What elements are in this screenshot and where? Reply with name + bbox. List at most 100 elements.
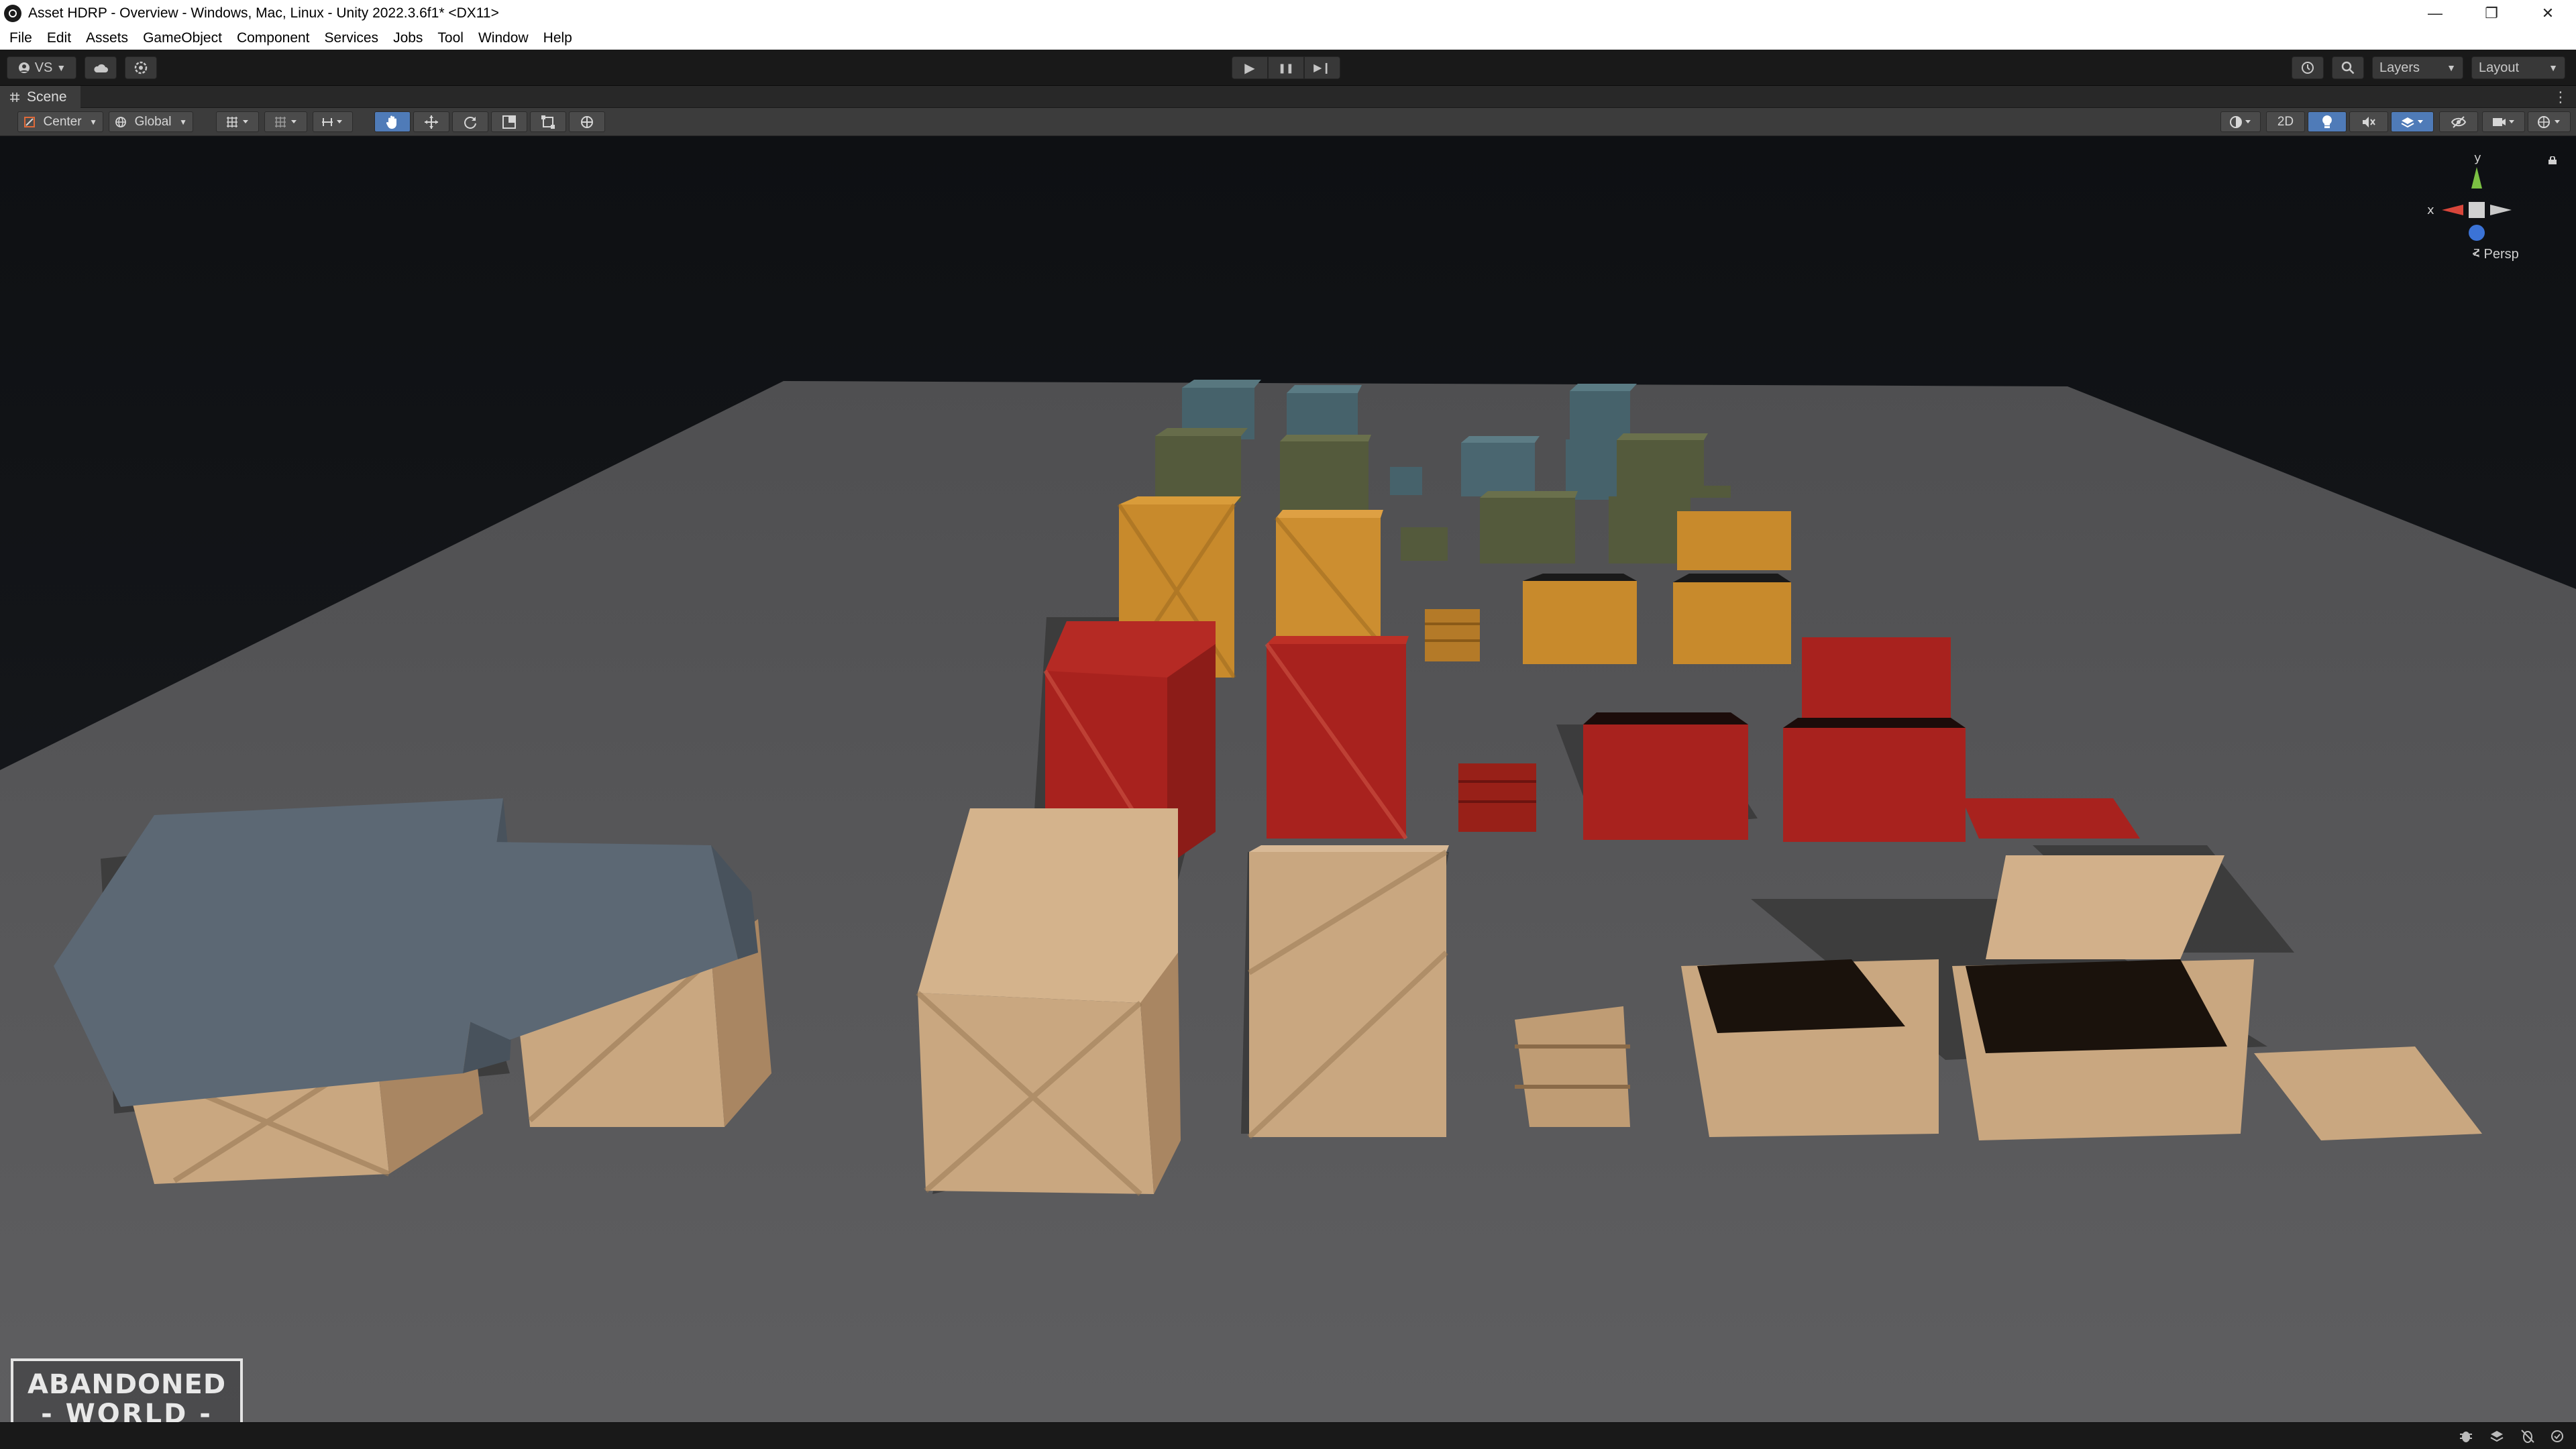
- gear-icon: [134, 61, 148, 74]
- progress-check-icon[interactable]: [2549, 1428, 2565, 1444]
- restore-button[interactable]: ❐: [2463, 0, 2520, 27]
- undo-history-button[interactable]: [2292, 56, 2324, 79]
- unity-app-icon: [4, 5, 21, 22]
- lightbulb-icon: [2322, 115, 2332, 128]
- pause-button[interactable]: ❚❚: [1268, 56, 1304, 79]
- layers-stack-icon[interactable]: [2489, 1428, 2505, 1444]
- play-button[interactable]: ▶: [1232, 56, 1268, 79]
- hidden-objects-toggle[interactable]: [2439, 111, 2478, 132]
- shading-sphere-icon: [2230, 115, 2251, 128]
- menu-window[interactable]: Window: [472, 30, 537, 46]
- window-title-bar: Asset HDRP - Overview - Windows, Mac, Li…: [0, 0, 2576, 27]
- layout-dropdown[interactable]: Layout ▼: [2471, 56, 2565, 79]
- tab-scene-label: Scene: [27, 89, 67, 105]
- menu-edit[interactable]: Edit: [40, 30, 79, 46]
- menu-assets[interactable]: Assets: [79, 30, 136, 46]
- account-label: VS: [34, 60, 53, 75]
- globe-icon: [115, 116, 126, 127]
- step-button[interactable]: ▶❙: [1304, 56, 1340, 79]
- mode-2d-toggle[interactable]: 2D: [2266, 111, 2305, 132]
- main-toolbar: VS ▼ ▶ ❚❚ ▶❙ Layers ▼ Layout ▼: [0, 50, 2576, 86]
- transform-tool-button[interactable]: [569, 111, 605, 132]
- gizmo-globe-icon: [2538, 115, 2560, 128]
- lighting-toggle[interactable]: [2308, 111, 2347, 132]
- menu-jobs[interactable]: Jobs: [386, 30, 431, 46]
- hand-tool-button[interactable]: [374, 111, 411, 132]
- gizmo-center-cube[interactable]: [2469, 202, 2485, 218]
- effects-dropdown[interactable]: [2391, 111, 2434, 132]
- camera-icon: [2493, 117, 2514, 126]
- status-bar: [0, 1422, 2576, 1449]
- camera-settings-dropdown[interactable]: [2482, 111, 2525, 132]
- menu-gameobject[interactable]: GameObject: [136, 30, 230, 46]
- grid-visibility-button[interactable]: [216, 111, 259, 132]
- increment-snap-button[interactable]: [313, 111, 353, 132]
- cloud-button[interactable]: [85, 56, 117, 79]
- playmode-controls: ▶ ❚❚ ▶❙: [1232, 56, 1340, 79]
- chevron-down-icon: ▼: [56, 62, 66, 73]
- move-arrows-icon: [425, 115, 438, 129]
- layers-dropdown[interactable]: Layers ▼: [2372, 56, 2463, 79]
- scene-render: [0, 136, 2576, 1422]
- cloud-icon: [94, 64, 108, 72]
- gizmo-x-axis[interactable]: [2442, 205, 2463, 215]
- pivot-mode-dropdown[interactable]: Center ▼: [17, 111, 103, 132]
- audio-toggle[interactable]: [2349, 111, 2388, 132]
- gizmo-y-axis[interactable]: [2471, 167, 2482, 189]
- snap-increment-icon: [322, 117, 342, 126]
- scene-tab-bar: Scene ⋮: [0, 86, 2576, 108]
- grid-icon: [227, 116, 248, 127]
- layers-label: Layers: [2379, 60, 2420, 75]
- window-title: Asset HDRP - Overview - Windows, Mac, Li…: [28, 5, 499, 21]
- rect-transform-icon: [541, 115, 555, 129]
- projection-toggle[interactable]: < Persp: [2455, 247, 2536, 262]
- snap-grid-icon: [275, 116, 297, 127]
- search-button[interactable]: [2332, 56, 2364, 79]
- collab-button[interactable]: [125, 56, 157, 79]
- scene-grid-icon: [10, 92, 19, 102]
- crates-tarp-group: [54, 798, 771, 1184]
- account-icon: [18, 62, 30, 73]
- debug-icon[interactable]: [2458, 1428, 2474, 1444]
- speaker-muted-icon: [2363, 116, 2375, 127]
- gizmo-z-axis[interactable]: [2469, 225, 2485, 241]
- menu-tool[interactable]: Tool: [431, 30, 472, 46]
- draw-mode-dropdown[interactable]: [2220, 111, 2261, 132]
- menu-file[interactable]: File: [3, 30, 40, 46]
- rotate-tool-button[interactable]: [452, 111, 488, 132]
- move-tool-button[interactable]: [413, 111, 449, 132]
- more-options-icon[interactable]: ⋮: [2553, 89, 2568, 106]
- pivot-rotation-dropdown[interactable]: Global ▼: [109, 111, 193, 132]
- scale-tool-button[interactable]: [491, 111, 527, 132]
- minimize-button[interactable]: —: [2407, 0, 2463, 27]
- rotate-icon: [464, 116, 476, 129]
- scene-viewport[interactable]: y x z < Persp ABANDONED - WORLD -: [0, 136, 2576, 1422]
- rect-tool-button[interactable]: [530, 111, 566, 132]
- pivot-rotation-label: Global: [134, 114, 172, 129]
- transform-icon: [581, 115, 593, 128]
- pivot-mode-label: Center: [43, 114, 82, 129]
- layout-label: Layout: [2479, 60, 2520, 75]
- menu-component[interactable]: Component: [230, 30, 318, 46]
- gizmo-neg-x-axis[interactable]: [2490, 205, 2512, 215]
- hand-icon: [386, 115, 396, 129]
- grid-snapping-button[interactable]: [264, 111, 307, 132]
- window-controls: — ❐ ✕: [2407, 0, 2576, 27]
- close-button[interactable]: ✕: [2520, 0, 2576, 27]
- logo-line-2: - WORLD -: [41, 1399, 213, 1422]
- eye-hidden-icon: [2451, 115, 2467, 128]
- orientation-gizmo[interactable]: y x z: [2415, 148, 2536, 282]
- tab-scene[interactable]: Scene: [0, 86, 80, 108]
- menu-services[interactable]: Services: [318, 30, 387, 46]
- menu-help[interactable]: Help: [537, 30, 580, 46]
- gizmo-x-label: x: [2427, 203, 2434, 217]
- gizmo-y-label: y: [2474, 151, 2481, 165]
- chevron-down-icon: ▼: [179, 117, 187, 127]
- logo-line-1: ABANDONED: [27, 1369, 227, 1400]
- pivot-icon: [24, 116, 35, 127]
- lock-icon[interactable]: [2548, 156, 2557, 164]
- bug-off-icon[interactable]: [2520, 1428, 2536, 1444]
- chevron-down-icon: ▼: [2447, 62, 2456, 73]
- account-dropdown[interactable]: VS ▼: [7, 56, 76, 79]
- gizmos-dropdown[interactable]: [2528, 111, 2571, 132]
